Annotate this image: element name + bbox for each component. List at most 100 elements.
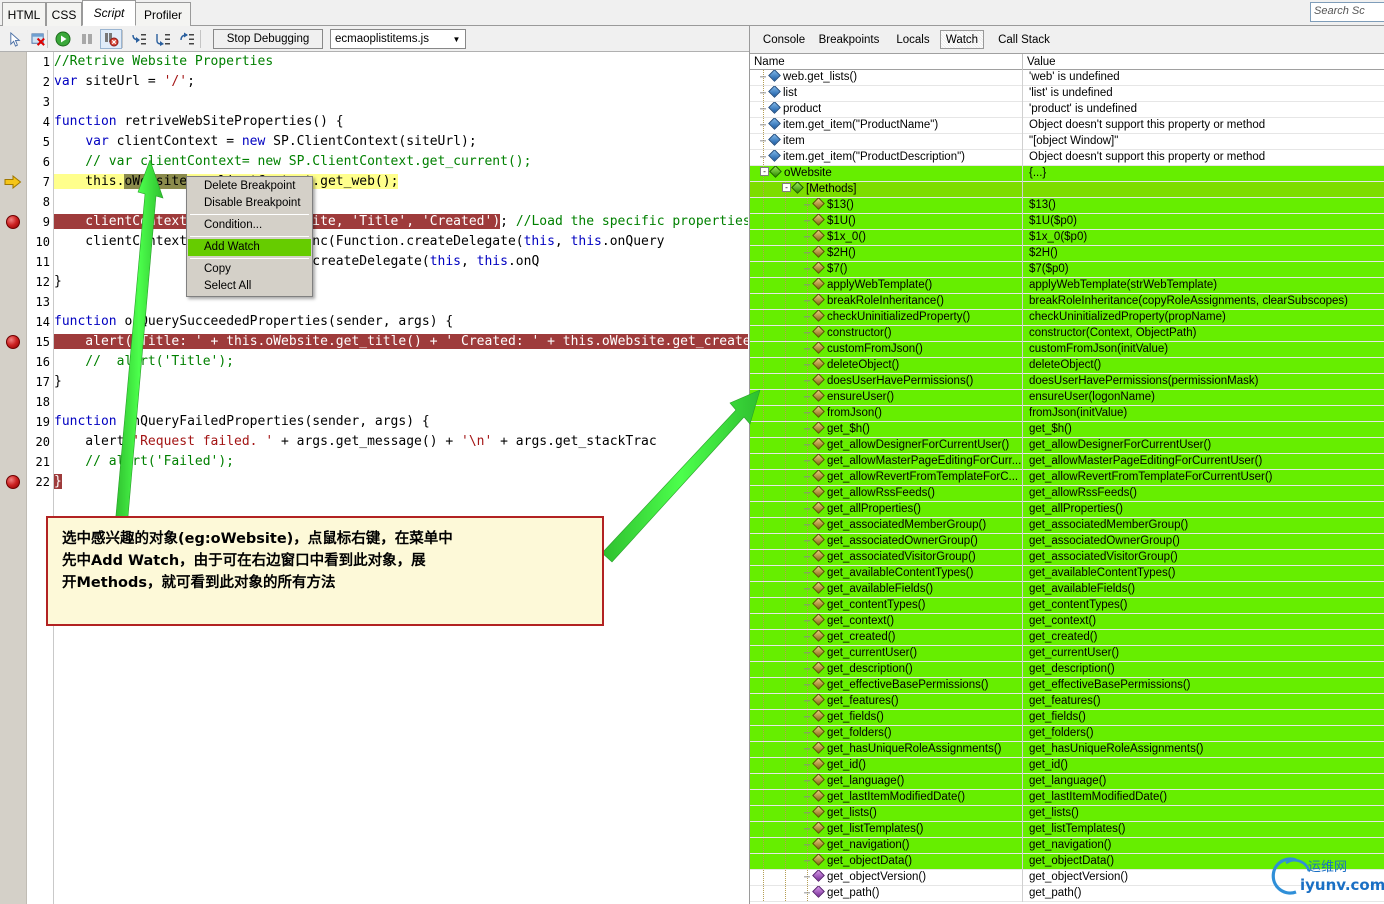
column-divider (1022, 502, 1023, 518)
tree-expander-icon[interactable]: - (782, 183, 791, 193)
watch-row[interactable]: ⋯ $13() $13() (750, 198, 1384, 214)
stop-debugging-label: Stop Debugging (226, 33, 310, 45)
watch-row[interactable]: ⋯ product 'product' is undefined (750, 102, 1384, 118)
step-over-icon[interactable] (152, 29, 174, 49)
run-icon[interactable] (52, 29, 74, 49)
watch-row[interactable]: ⋯ get_associatedMemberGroup() get_associat… (750, 518, 1384, 534)
breakpoint-marker[interactable] (6, 215, 20, 229)
tab-locals[interactable]: Locals (892, 30, 934, 49)
breakpoint-marker[interactable] (6, 335, 20, 349)
watch-row[interactable]: ⋯ fromJson() fromJson(initValue) (750, 406, 1384, 422)
watch-row[interactable]: ⋯ $1x_0() $1x_0($p0) (750, 230, 1384, 246)
tab-watch[interactable]: Watch (940, 30, 984, 49)
watch-row[interactable]: ⋯ item.get_item("ProductDescription") Obje… (750, 150, 1384, 166)
watch-row[interactable]: ⋯ checkUninitializedProperty() checkUninit… (750, 310, 1384, 326)
tab-console[interactable]: Console (758, 30, 810, 49)
watch-row[interactable]: ⋯ breakRoleInheritance() breakRoleInherita… (750, 294, 1384, 310)
watch-row[interactable]: ⋯ get_lists() get_lists() (750, 806, 1384, 822)
tab-css[interactable]: CSS (46, 2, 82, 26)
watch-item-icon (812, 886, 825, 899)
select-element-icon[interactable] (4, 29, 26, 49)
watch-row[interactable]: ⋯ get_allowRssFeeds() get_allowRssFeeds() (750, 486, 1384, 502)
watch-row[interactable]: ⋯ get_context() get_context() (750, 614, 1384, 630)
tab-breakpoints[interactable]: Breakpoints (814, 30, 884, 49)
tree-connector: ⋯ (804, 424, 811, 435)
watch-row[interactable]: ⋯ get_description() get_description() (750, 662, 1384, 678)
watch-row[interactable]: ⋯ get_allProperties() get_allProperties() (750, 502, 1384, 518)
watch-row[interactable]: ⋯ get_associatedVisitorGroup() get_associa… (750, 550, 1384, 566)
watch-row[interactable]: ⋯ deleteObject() deleteObject() (750, 358, 1384, 374)
watch-row[interactable]: ⋯ $1U() $1U($p0) (750, 214, 1384, 230)
watch-row[interactable]: ⋯ get_contentTypes() get_contentTypes() (750, 598, 1384, 614)
tree-guide-line (785, 870, 786, 885)
watch-row[interactable]: ⋯ get_features() get_features() (750, 694, 1384, 710)
code-editor[interactable]: 1 2 3 4 5 6 7 8 9 10 11 12 13 14 15 16 17 18 19 20 21 22 //Re… (0, 52, 748, 904)
watch-row[interactable]: ⋯ applyWebTemplate() applyWebTemplate(strW… (750, 278, 1384, 294)
watch-row[interactable]: ⋯ get_associatedOwnerGroup() get_associate… (750, 534, 1384, 550)
watch-row[interactable]: ⋯ item "[object Window]" (750, 134, 1384, 150)
break-all-icon[interactable] (100, 29, 122, 49)
step-into-icon[interactable] (128, 29, 150, 49)
menu-item-disable-breakpoint[interactable]: Disable Breakpoint (188, 195, 311, 212)
breakpoint-marker[interactable] (6, 475, 20, 489)
watch-row[interactable]: ⋯ get_hasUniqueRoleAssignments() get_hasUn… (750, 742, 1384, 758)
watch-item-icon (812, 262, 825, 275)
watch-row[interactable]: ⋯ get_effectiveBasePermissions() get_effec… (750, 678, 1384, 694)
menu-item-select-all[interactable]: Select All (188, 278, 311, 295)
menu-item-condition[interactable]: Condition... (188, 217, 311, 234)
tree-expander-icon[interactable]: - (760, 167, 769, 177)
watch-row[interactable]: - oWebsite {...} (750, 166, 1384, 182)
tree-guide-line (763, 790, 764, 805)
watch-row[interactable]: ⋯ get_allowRevertFromTemplateForC... get_a… (750, 470, 1384, 486)
line-number: 14 (35, 315, 50, 329)
breakpoint-gutter[interactable] (0, 52, 27, 904)
watch-row[interactable]: ⋯ get_$h() get_$h() (750, 422, 1384, 438)
code-text-area[interactable]: //Retrive Website Properties var siteUrl… (54, 52, 748, 904)
watch-row[interactable]: ⋯ $7() $7($p0) (750, 262, 1384, 278)
watch-row[interactable]: ⋯ item.get_item("ProductName") Object does… (750, 118, 1384, 134)
watch-row[interactable]: ⋯ customFromJson() customFromJson(initValu… (750, 342, 1384, 358)
watch-row[interactable]: ⋯ get_currentUser() get_currentUser() (750, 646, 1384, 662)
watch-row[interactable]: ⋯ get_availableContentTypes() get_availabl… (750, 566, 1384, 582)
step-out-icon[interactable] (176, 29, 198, 49)
watch-table-body[interactable]: ⋯ web.get_lists() 'web' is undefined ⋯ list '… (750, 70, 1384, 904)
script-file-select[interactable]: ecmaoplistitems.js ▼ (330, 29, 466, 49)
tree-guide-line (785, 726, 786, 741)
watch-row[interactable]: ⋯ get_fields() get_fields() (750, 710, 1384, 726)
menu-item-delete-breakpoint[interactable]: Delete Breakpoint (188, 178, 311, 195)
menu-item-copy[interactable]: Copy (188, 261, 311, 278)
column-divider (1022, 214, 1023, 230)
watch-row[interactable]: ⋯ web.get_lists() 'web' is undefined (750, 70, 1384, 86)
tree-guide-line (763, 694, 764, 709)
tab-script[interactable]: Script (82, 0, 136, 26)
watch-row[interactable]: ⋯ get_created() get_created() (750, 630, 1384, 646)
watch-row[interactable]: ⋯ list 'list' is undefined (750, 86, 1384, 102)
watch-row[interactable]: ⋯ doesUserHavePermissions() doesUserHavePe… (750, 374, 1384, 390)
pause-icon[interactable] (76, 29, 98, 49)
watch-row[interactable]: ⋯ get_allowDesignerForCurrentUser() get_al… (750, 438, 1384, 454)
tab-profiler[interactable]: Profiler (135, 2, 191, 26)
tree-guide-line (763, 502, 764, 517)
editor-context-menu[interactable]: Delete Breakpoint Disable Breakpoint Con… (186, 176, 313, 297)
watch-row[interactable]: ⋯ get_allowMasterPageEditingForCurr... get… (750, 454, 1384, 470)
column-divider (1022, 550, 1023, 566)
tab-html[interactable]: HTML (2, 2, 46, 26)
menu-item-add-watch[interactable]: Add Watch (188, 239, 311, 256)
watch-row[interactable]: ⋯ get_language() get_language() (750, 774, 1384, 790)
watch-row[interactable]: ⋯ get_listTemplates() get_listTemplates() (750, 822, 1384, 838)
watch-row[interactable]: ⋯ get_id() get_id() (750, 758, 1384, 774)
watch-row-name: ⋯ get_availableFields() (804, 582, 933, 597)
watch-row[interactable]: ⋯ get_folders() get_folders() (750, 726, 1384, 742)
watch-row[interactable]: ⋯ get_navigation() get_navigation() (750, 838, 1384, 854)
watch-row[interactable]: ⋯ get_availableFields() get_availableField… (750, 582, 1384, 598)
watch-row[interactable]: ⋯ $2H() $2H() (750, 246, 1384, 262)
watch-item-icon (812, 342, 825, 355)
tab-call-stack[interactable]: Call Stack (993, 30, 1055, 49)
tree-guide-line (763, 454, 764, 469)
watch-row[interactable]: ⋯ constructor() constructor(Context, Objec… (750, 326, 1384, 342)
search-input[interactable]: Search Sc (1310, 2, 1384, 22)
watch-row[interactable]: ⋯ get_lastItemModifiedDate() get_lastItemM… (750, 790, 1384, 806)
stop-debugging-button[interactable]: Stop Debugging (213, 29, 323, 49)
watch-row[interactable]: ⋯ ensureUser() ensureUser(logonName) (750, 390, 1384, 406)
watch-row[interactable]: - [Methods] (750, 182, 1384, 198)
